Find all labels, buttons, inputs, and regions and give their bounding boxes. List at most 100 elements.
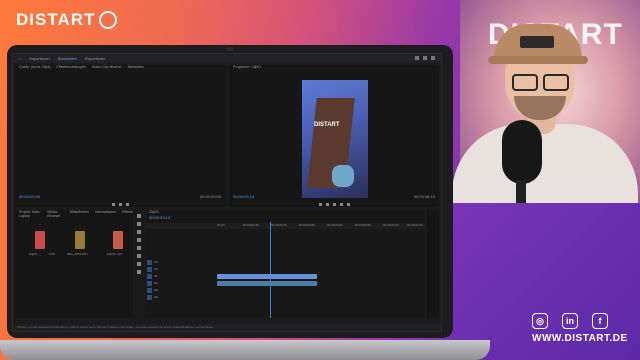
program-timecode: 00:00:03:13 [233,194,255,199]
track-label: A2 [154,288,158,292]
presenter-glasses [510,74,570,91]
track-header-a3[interactable]: A3 [147,295,187,300]
project-item-name: Clip01.mp4 [107,252,123,256]
track-label: V2 [154,267,158,271]
track-label: A3 [154,295,158,299]
ruler-label: 00:00:07:00 [407,223,423,227]
premiere-window: ⌂ Importieren Bearbeiten Exportieren Que… [12,53,442,332]
project-item-thumbnail[interactable] [75,231,85,249]
workspace-bar: ⌂ Importieren Bearbeiten Exportieren [13,54,441,63]
workspace-icon[interactable] [415,56,419,60]
ruler-label: 00:00:05:00 [355,223,371,227]
tab-edit[interactable]: Bearbeiten [58,56,77,61]
track-header-a2[interactable]: A2 [147,288,187,293]
video-clip[interactable] [217,274,317,279]
ruler-label: 00:00:02:00 [271,223,287,227]
track-header-v3[interactable]: V3 [147,260,187,265]
mark-out-icon[interactable] [346,202,350,206]
video-sign-text: DISTART [314,122,340,128]
presenter-beard [514,96,566,120]
source-transport [15,201,225,207]
microphone-stand [516,180,526,205]
slip-tool-icon[interactable] [137,246,141,250]
step-back-icon[interactable] [325,202,329,206]
track-label: V3 [154,260,158,264]
brand-name: DISTART [16,10,96,29]
presenter [450,12,640,205]
tab-audio-mixer[interactable]: Audio-Clip-Mischer [92,65,122,72]
status-text: Klicken, um die Auswahl vorzunehmen, ode… [17,325,215,329]
website-url[interactable]: WWW.DISTART.DE [532,333,628,344]
razor-tool-icon[interactable] [137,238,141,242]
social-links: ◎ in f [532,313,608,329]
tab-metadata[interactable]: Metadaten [128,65,145,72]
project-item-thumbnail[interactable] [113,231,123,249]
ruler-label: 00:00:06:00 [383,223,399,227]
timeline-panel: Clip01 00:00:03:13 00:00 00:00:01:00 00:… [145,210,425,318]
program-monitor: Programm: Clip01 DISTART 00:00:03:13 00:… [229,65,439,207]
pen-tool-icon[interactable] [137,254,141,258]
ripple-edit-icon[interactable] [137,230,141,234]
tab-info[interactable]: Informationen [95,210,116,217]
audio-clip[interactable] [217,281,317,286]
source-monitor: Quelle: (keine Clips) Effekteinstellunge… [15,65,225,207]
type-tool-icon[interactable] [137,270,141,274]
track-header-v2[interactable]: V2 [147,267,187,272]
program-video-frame: DISTART [302,80,368,198]
cap-badge [520,36,554,48]
play-icon[interactable] [332,202,336,206]
step-icon[interactable] [118,202,122,206]
presenter-cap-brim [488,56,588,64]
audio-meters [427,210,439,318]
tab-effects[interactable]: Effekte [122,210,133,217]
quick-export-icon[interactable] [423,56,427,60]
track-select-icon[interactable] [137,222,141,226]
track-label: V1 [154,274,158,278]
fullscreen-icon[interactable] [431,56,435,60]
tab-export[interactable]: Exportieren [85,56,105,61]
project-item-thumbnail[interactable] [35,231,45,249]
program-duration: 00:00:08:15 [413,194,435,199]
ruler-label: 00:00:03:00 [299,223,315,227]
selection-tool-icon[interactable] [137,214,141,218]
play-icon[interactable] [111,202,115,206]
track-header-a1[interactable]: A1 [147,281,187,286]
project-panel: Projekt: Main-Laptop Media-Browser Bibli… [15,210,133,318]
status-bar: Klicken, um die Auswahl vorzunehmen, ode… [13,324,441,331]
tab-import[interactable]: Importieren [29,56,49,61]
step-forward-icon[interactable] [339,202,343,206]
presenter-hoodie [452,124,638,205]
facebook-icon[interactable]: f [592,313,608,329]
ruler-label: 00:00 [217,223,225,227]
chair [332,165,354,187]
tab-program[interactable]: Programm: Clip01 [233,65,261,72]
source-timecode: 00:00:00:00 [19,194,41,199]
microphone [502,120,542,184]
home-icon[interactable]: ⌂ [19,56,21,61]
playhead[interactable] [270,222,271,318]
linkedin-icon[interactable]: in [562,313,578,329]
source-timecode-end: 00:00:00:00 [199,194,221,199]
mark-in-icon[interactable] [318,202,322,206]
project-item-name: Clip01 [29,252,38,256]
tab-project[interactable]: Projekt: Main-Laptop [19,210,41,218]
project-item-meta: 8:15 [49,252,55,256]
program-transport [229,201,439,207]
tab-source[interactable]: Quelle: (keine Clips) [19,65,51,72]
instagram-icon[interactable]: ◎ [532,313,548,329]
track-header-v1[interactable]: V1 [147,274,187,279]
track-label: A1 [154,281,158,285]
ruler-label: 00:00:01:00 [243,223,259,227]
laptop-base [0,340,490,360]
hand-tool-icon[interactable] [137,262,141,266]
brand-logo: DISTART [16,10,118,30]
tools-panel [135,210,143,318]
ruler-label: 00:00:04:00 [327,223,343,227]
mark-icon[interactable] [125,202,129,206]
tab-effect-controls[interactable]: Effekteinstellungen [57,65,87,72]
topbar-icons [415,56,435,60]
timeline-timecode: 00:00:03:13 [149,215,171,220]
tab-media-browser[interactable]: Media-Browser [47,210,63,218]
tab-libraries[interactable]: Bibliotheken [70,210,89,217]
project-item-name: IMG_2352.JPG [67,252,88,256]
